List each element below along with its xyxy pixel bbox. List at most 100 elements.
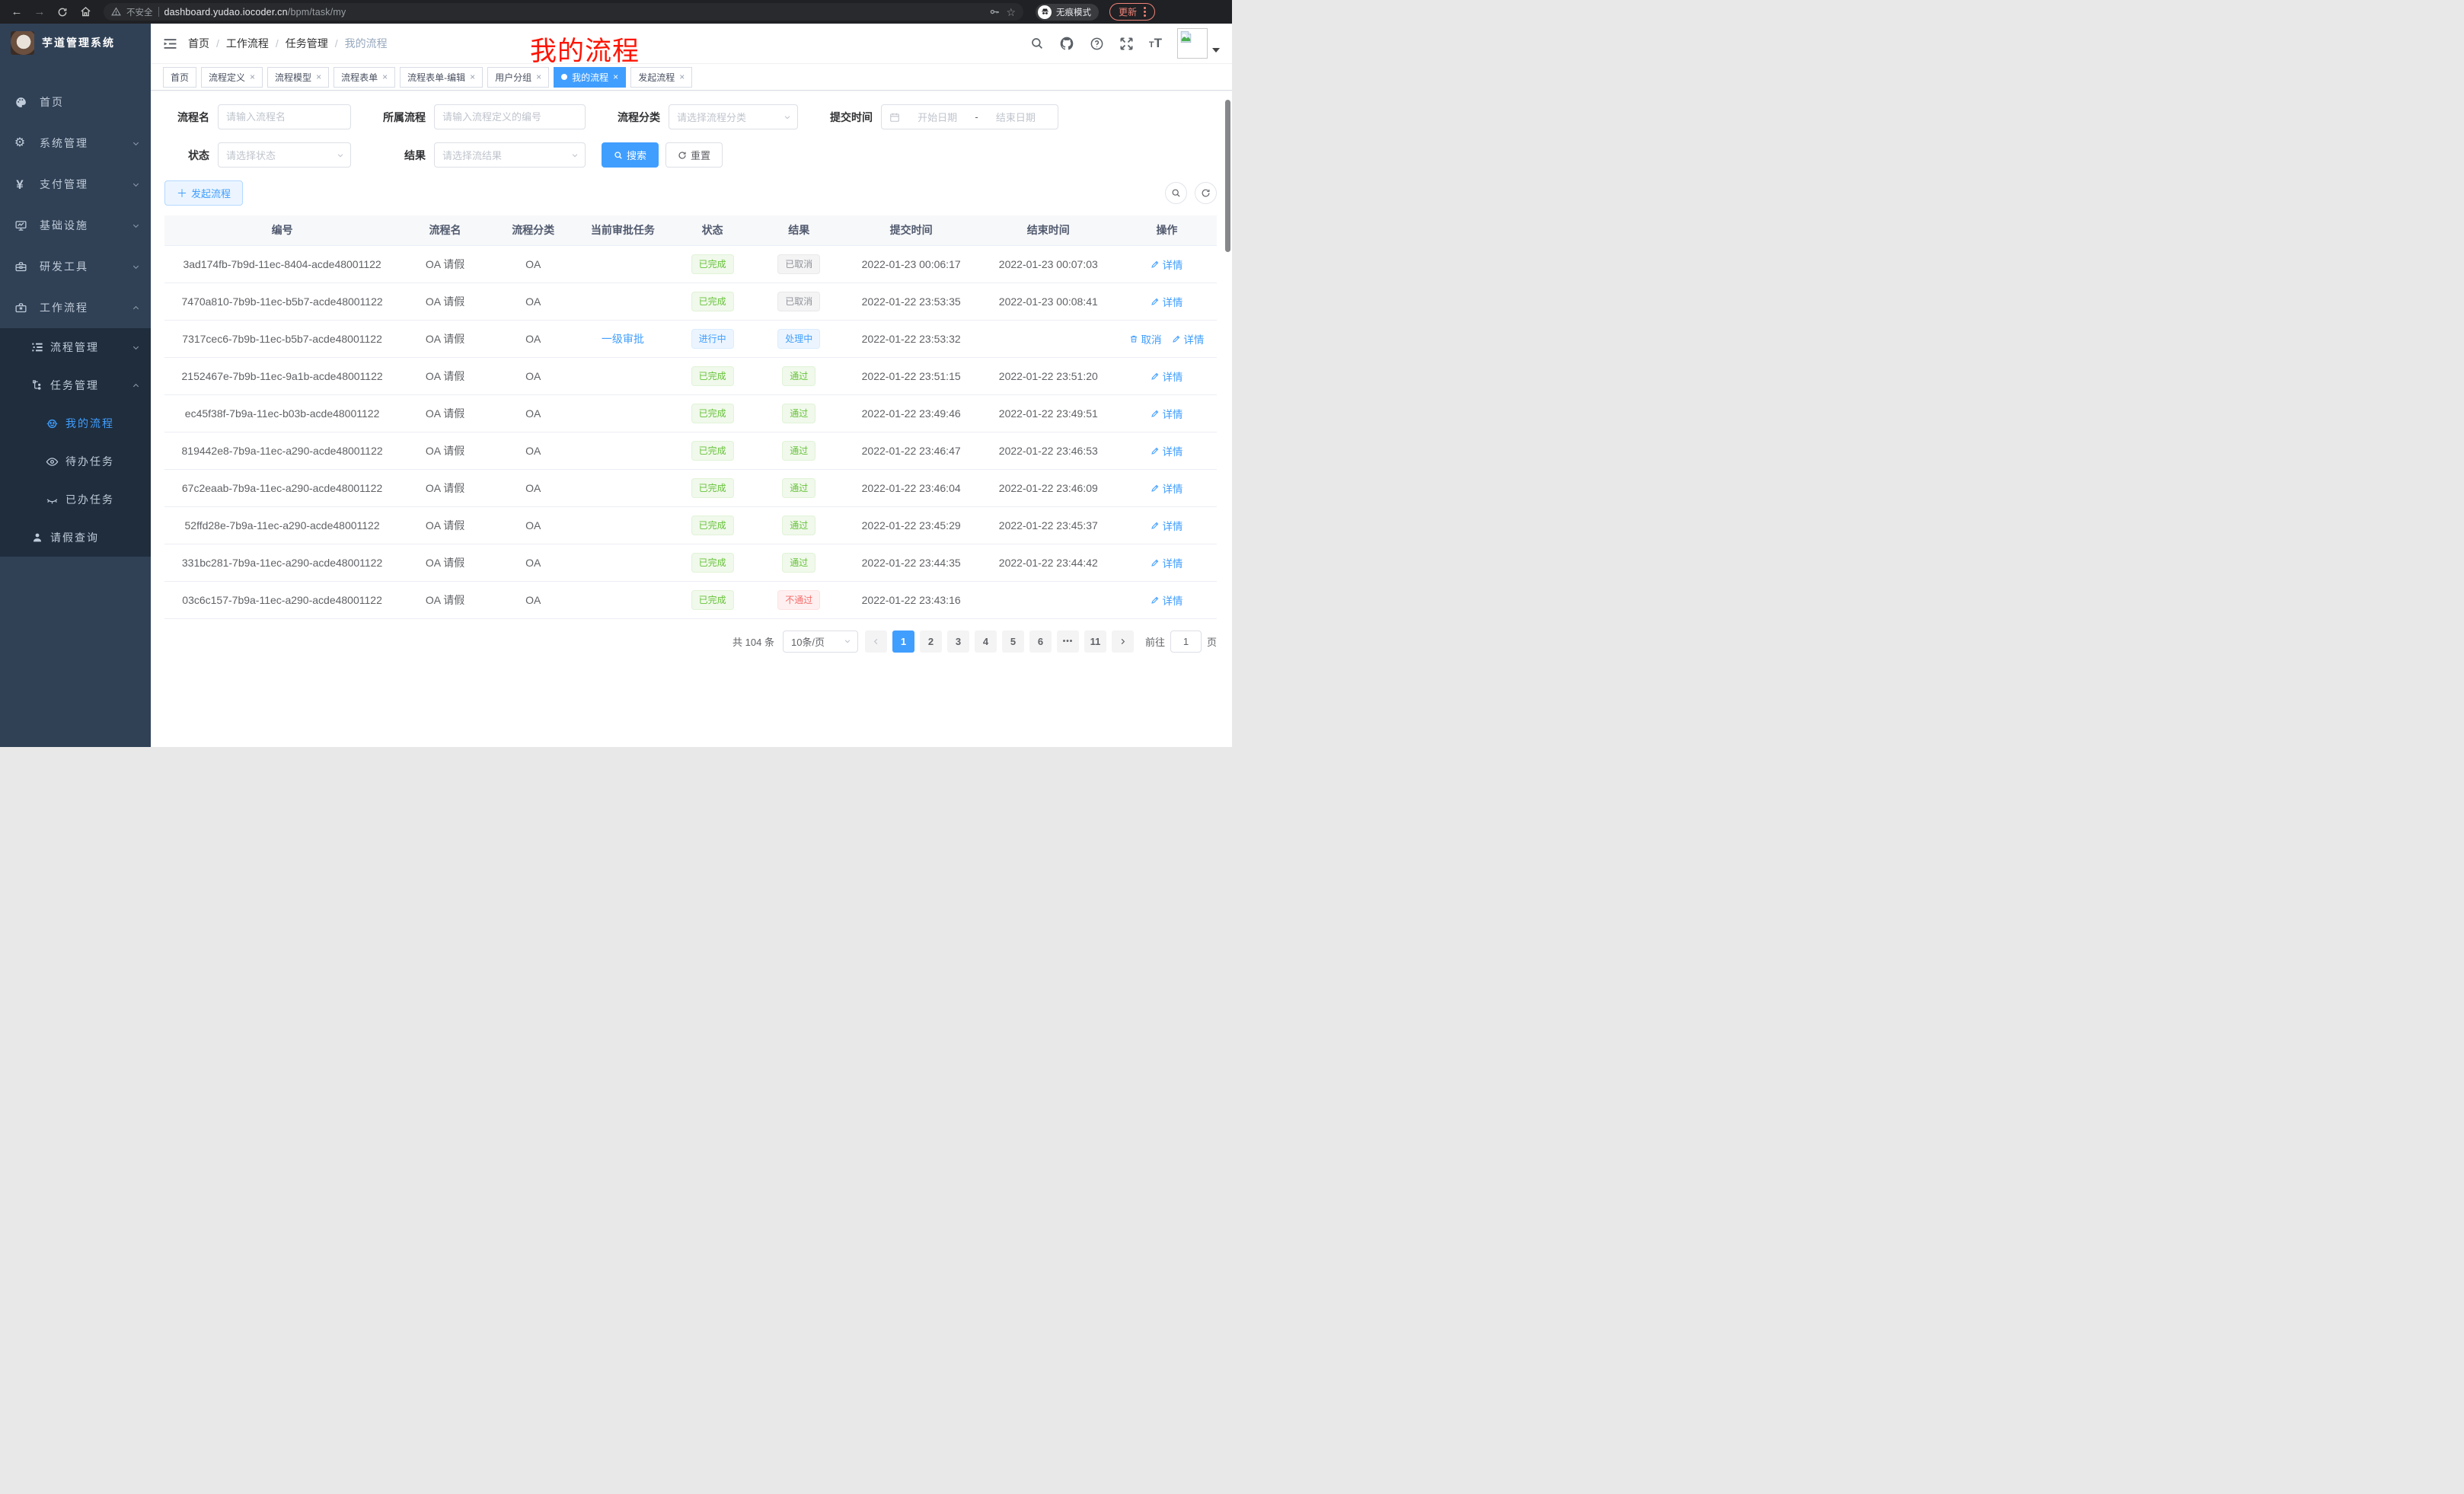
cell-submit-time: 2022-01-22 23:46:47 [843,432,980,469]
user-avatar[interactable] [1177,28,1220,59]
sidebar-item-workflow[interactable]: 工作流程 [0,287,151,328]
close-icon[interactable]: × [316,72,321,82]
sidebar-item-task-management[interactable]: 任务管理 [0,366,151,404]
sidebar-item-system[interactable]: ⚙ 系统管理 [0,123,151,164]
search-icon[interactable] [1030,37,1044,50]
browser-menu-icon[interactable] [1144,7,1146,17]
process-name-input[interactable] [218,104,351,129]
start-process-button[interactable]: ＋ 发起流程 [164,180,243,206]
tab-user-group[interactable]: 用户分组× [487,67,549,88]
tab-process-form-edit[interactable]: 流程表单-编辑× [400,67,483,88]
avatar-dropdown-icon[interactable] [1212,48,1220,53]
sidebar-collapse-icon[interactable] [163,37,177,51]
sidebar-logo[interactable]: 芋道管理系统 [0,24,151,62]
sidebar-item-todo-tasks[interactable]: 待办任务 [0,442,151,480]
chevron-down-icon [784,113,791,121]
current-task-link[interactable]: 一级审批 [602,331,644,346]
reset-button[interactable]: 重置 [665,142,723,168]
status-badge: 已完成 [691,441,734,461]
browser-reload-icon[interactable] [53,3,72,21]
goto-page-input[interactable] [1170,630,1202,653]
process-definition-label: 所属流程 [367,110,434,125]
sidebar-item-payment[interactable]: ¥ 支付管理 [0,164,151,205]
show-search-button[interactable] [1165,182,1187,204]
close-icon[interactable]: × [382,72,388,82]
browser-home-icon[interactable] [76,3,94,21]
page-button-3[interactable]: 3 [947,630,969,653]
close-icon[interactable]: × [470,72,475,82]
detail-link[interactable]: 详情 [1151,294,1183,309]
password-key-icon[interactable] [989,6,1001,18]
sidebar-item-infrastructure[interactable]: 基础设施 [0,205,151,246]
tab-process-definition[interactable]: 流程定义× [201,67,263,88]
breadcrumb-workflow[interactable]: 工作流程 [226,36,269,51]
browser-back-icon[interactable]: ← [8,3,26,21]
process-table: 编号 流程名 流程分类 当前审批任务 状态 结果 提交时间 结束时间 操作 [164,215,1217,619]
page-button-4[interactable]: 4 [975,630,997,653]
more-pages-button[interactable]: ••• [1057,630,1079,653]
detail-link[interactable]: 详情 [1151,443,1183,458]
page-button-5[interactable]: 5 [1002,630,1024,653]
tab-process-model[interactable]: 流程模型× [267,67,329,88]
page-button-1[interactable]: 1 [892,630,914,653]
cell-category: OA [490,394,576,432]
github-icon[interactable] [1059,36,1074,51]
detail-link[interactable]: 详情 [1151,518,1183,533]
scrollbar-thumb[interactable] [1225,100,1230,252]
tab-my-process[interactable]: 我的流程× [554,67,626,88]
breadcrumb-task-management[interactable]: 任务管理 [286,36,328,51]
detail-link[interactable]: 详情 [1151,369,1183,384]
browser-update-button[interactable]: 更新 [1109,3,1155,21]
tab-home[interactable]: 首页 [163,67,196,88]
cancel-link[interactable]: 取消 [1129,331,1161,346]
page-button-2[interactable]: 2 [920,630,942,653]
cell-id: 331bc281-7b9a-11ec-a290-acde48001122 [164,544,400,581]
result-select[interactable]: 请选择流结果 [434,142,586,168]
sidebar-item-devtools[interactable]: 研发工具 [0,246,151,287]
tab-start-process[interactable]: 发起流程× [630,67,692,88]
security-label[interactable]: 不安全 [126,6,153,18]
process-definition-input[interactable] [434,104,586,129]
fullscreen-icon[interactable] [1119,37,1134,51]
chevron-up-icon [132,381,140,390]
status-badge: 已完成 [691,292,734,311]
close-icon[interactable]: × [613,72,618,82]
prev-page-button[interactable] [865,630,887,653]
next-page-button[interactable] [1112,630,1134,653]
process-category-select[interactable]: 请选择流程分类 [669,104,798,129]
sidebar-item-leave-query[interactable]: 请假查询 [0,519,151,557]
close-icon[interactable]: × [679,72,685,82]
chevron-down-icon [844,637,851,645]
detail-link[interactable]: 详情 [1172,331,1204,346]
page-size-select[interactable]: 10条/页 [783,630,858,653]
warning-icon [111,7,121,17]
detail-link[interactable]: 详情 [1151,257,1183,272]
font-size-icon[interactable]: TT [1149,37,1162,50]
page-button-6[interactable]: 6 [1029,630,1052,653]
sidebar-item-home[interactable]: 首页 [0,81,151,123]
close-icon[interactable]: × [536,72,541,82]
breadcrumb-home[interactable]: 首页 [188,36,209,51]
close-icon[interactable]: × [250,72,255,82]
sidebar-item-done-tasks[interactable]: 已办任务 [0,480,151,519]
search-button[interactable]: 搜索 [602,142,659,168]
result-badge: 通过 [782,366,815,386]
bookmark-star-icon[interactable]: ☆ [1006,7,1016,18]
cell-category: OA [490,245,576,283]
cell-id: ec45f38f-7b9a-11ec-b03b-acde48001122 [164,394,400,432]
help-icon[interactable] [1090,37,1104,51]
col-name: 流程名 [400,215,490,245]
detail-link[interactable]: 详情 [1151,592,1183,608]
refresh-button[interactable] [1195,182,1217,204]
sidebar-item-my-process[interactable]: 我的流程 [0,404,151,442]
tab-process-form[interactable]: 流程表单× [334,67,395,88]
detail-link[interactable]: 详情 [1151,480,1183,496]
browser-forward-icon[interactable]: → [30,3,49,21]
url-bar[interactable]: 不安全 dashboard.yudao.iocoder.cn/bpm/task/… [104,3,1023,21]
page-button-11[interactable]: 11 [1084,630,1106,653]
detail-link[interactable]: 详情 [1151,406,1183,421]
status-select[interactable]: 请选择状态 [218,142,351,168]
submit-time-range-picker[interactable]: 开始日期 - 结束日期 [881,104,1058,129]
detail-link[interactable]: 详情 [1151,555,1183,570]
sidebar-item-process-management[interactable]: 流程管理 [0,328,151,366]
